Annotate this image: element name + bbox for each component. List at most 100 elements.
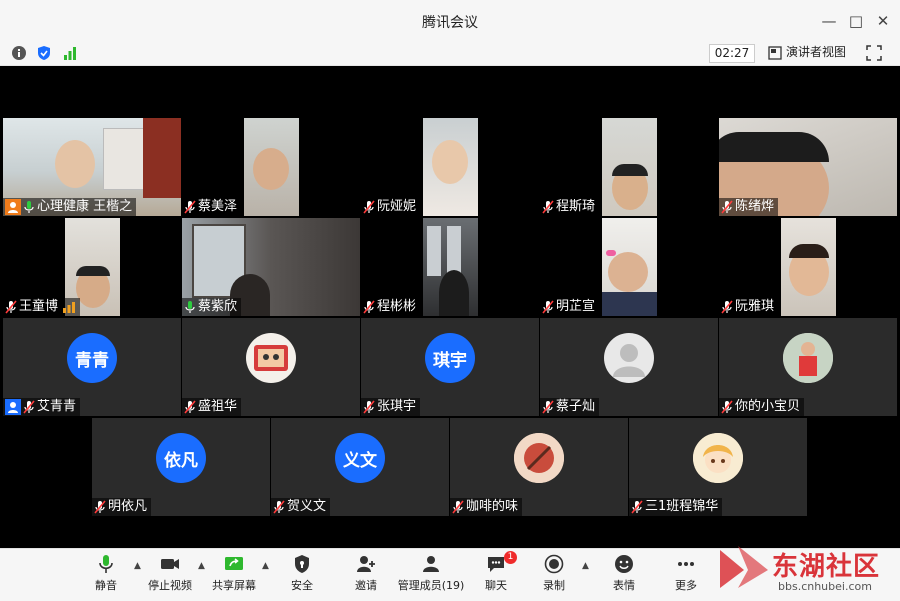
mic-muted-icon — [542, 400, 554, 414]
video-feed — [602, 218, 657, 316]
participant-tile[interactable]: 蔡子灿 — [540, 318, 718, 416]
participant-tile[interactable]: 三1班程锦华 — [629, 418, 807, 516]
avatar: 琪宇 — [425, 333, 475, 383]
participant-tile[interactable]: 蔡美泽 — [182, 118, 360, 216]
participant-label: 王童博 — [3, 298, 81, 316]
close-button[interactable]: ✕ — [872, 10, 894, 32]
video-camera-icon — [161, 559, 179, 569]
mic-muted-icon — [363, 200, 375, 214]
record-icon — [544, 554, 564, 574]
network-signal-icon[interactable] — [62, 45, 78, 61]
info-icon[interactable] — [11, 45, 27, 61]
window-title: 腾讯会议 — [422, 15, 478, 31]
speaker-view-label: 演讲者视图 — [786, 45, 847, 59]
video-gallery: 心理健康 王楷之 蔡美泽 阮娅妮 程斯琦 陈绪烨 王童博 蔡紫欣 程彬彬 明芷宣… — [0, 66, 900, 548]
share-screen-label: 共享屏幕 — [212, 579, 256, 592]
mic-muted-icon — [631, 500, 643, 514]
mic-muted-icon — [23, 400, 35, 414]
participant-name: 艾青青 — [37, 399, 77, 414]
participant-tile[interactable]: 程彬彬 — [361, 218, 539, 316]
manage-members-label: 管理成员(19) — [397, 579, 465, 592]
security-shield-icon — [295, 555, 309, 573]
participant-name: 蔡子灿 — [556, 399, 596, 414]
mute-label: 静音 — [95, 579, 117, 592]
chat-button[interactable]: 1 聊天 — [466, 551, 526, 593]
emoji-icon — [615, 555, 633, 573]
mic-muted-icon — [94, 500, 106, 514]
title-bar: 腾讯会议 — □ ✕ — [0, 0, 900, 43]
record-options-caret[interactable]: ▲ — [582, 561, 589, 571]
watermark-url: bbs.cnhubei.com — [778, 580, 872, 593]
invite-button[interactable]: 邀请 — [336, 553, 396, 593]
participant-tile[interactable]: 琪宇 张琪宇 — [361, 318, 539, 416]
speaker-view-button[interactable]: 演讲者视图 — [768, 44, 846, 61]
participant-tile[interactable]: 心理健康 王楷之 — [3, 118, 181, 216]
avatar: 义文 — [335, 433, 385, 483]
participant-label: 蔡紫欣 — [182, 298, 242, 316]
more-button[interactable]: 更多 — [656, 553, 716, 593]
chat-unread-badge: 1 — [504, 551, 517, 564]
participant-tile[interactable]: 陈绪烨 — [719, 118, 897, 216]
more-label: 更多 — [675, 579, 697, 592]
fullscreen-icon[interactable] — [866, 45, 882, 61]
participant-name: 蔡美泽 — [198, 199, 238, 214]
share-screen-icon — [225, 557, 243, 570]
participant-tile[interactable]: 咖啡的味 — [450, 418, 628, 516]
participant-label: 你的小宝贝 — [719, 398, 805, 416]
participant-label: 蔡美泽 — [182, 198, 242, 216]
participant-name: 贺义文 — [287, 499, 327, 514]
participant-label: 明依凡 — [92, 498, 152, 516]
participant-name: 盛祖华 — [198, 399, 238, 414]
mic-muted-icon — [184, 200, 196, 214]
participant-tile[interactable]: 明芷宣 — [540, 218, 718, 316]
shield-icon[interactable] — [36, 45, 52, 61]
participant-name: 心理健康 王楷之 — [37, 199, 133, 214]
watermark-brand: 东湖社区 — [772, 552, 881, 582]
stop-video-button[interactable]: 停止视频 — [140, 553, 200, 593]
record-button[interactable]: 录制 — [524, 553, 584, 593]
manage-members-button[interactable]: 管理成员(19) — [396, 553, 466, 593]
avatar — [246, 333, 296, 383]
participant-tile[interactable]: 阮雅琪 — [719, 218, 897, 316]
meeting-timer: 02:27 — [709, 44, 755, 63]
participant-label: 心理健康 王楷之 — [3, 198, 137, 216]
avatar-image-icon — [693, 433, 743, 483]
security-label: 安全 — [291, 579, 313, 592]
participant-tile[interactable]: 青青 艾青青 — [3, 318, 181, 416]
video-feed — [781, 218, 836, 316]
participant-label: 程斯琦 — [540, 198, 600, 216]
participant-tile[interactable]: 盛祖华 — [182, 318, 360, 416]
participant-tile[interactable]: 义文 贺义文 — [271, 418, 449, 516]
speaker-view-icon — [768, 45, 782, 60]
participant-name: 明依凡 — [108, 499, 148, 514]
maximize-button[interactable]: □ — [845, 10, 867, 32]
participant-label: 明芷宣 — [540, 298, 600, 316]
share-screen-button[interactable]: 共享屏幕 — [204, 553, 264, 593]
minimize-button[interactable]: — — [818, 10, 840, 32]
mic-muted-icon — [184, 400, 196, 414]
avatar: 青青 — [67, 333, 117, 383]
watermark-logo-icon — [720, 546, 768, 588]
avatar-text: 义文 — [343, 450, 377, 471]
mic-muted-icon — [542, 200, 554, 214]
stop-video-label: 停止视频 — [148, 579, 192, 592]
security-button[interactable]: 安全 — [272, 553, 332, 593]
participant-tile[interactable]: 依凡 明依凡 — [92, 418, 270, 516]
mic-muted-icon — [5, 300, 17, 314]
reactions-button[interactable]: 表情 — [594, 553, 654, 593]
participant-tile[interactable]: 王童博 — [3, 218, 181, 316]
mic-muted-icon — [452, 500, 464, 514]
mic-muted-icon — [363, 300, 375, 314]
participant-tile[interactable]: 程斯琦 — [540, 118, 718, 216]
mute-button[interactable]: 静音 — [76, 553, 136, 593]
share-options-caret[interactable]: ▲ — [262, 561, 269, 571]
video-feed — [244, 118, 299, 216]
host-icon — [5, 199, 21, 215]
participant-tile[interactable]: 蔡紫欣 — [182, 218, 360, 316]
participant-tile[interactable]: 你的小宝贝 — [719, 318, 897, 416]
avatar — [783, 333, 833, 383]
participant-tile[interactable]: 阮娅妮 — [361, 118, 539, 216]
mic-muted-icon — [363, 400, 375, 414]
participant-name: 陈绪烨 — [735, 199, 775, 214]
participant-name: 阮娅妮 — [377, 199, 417, 214]
